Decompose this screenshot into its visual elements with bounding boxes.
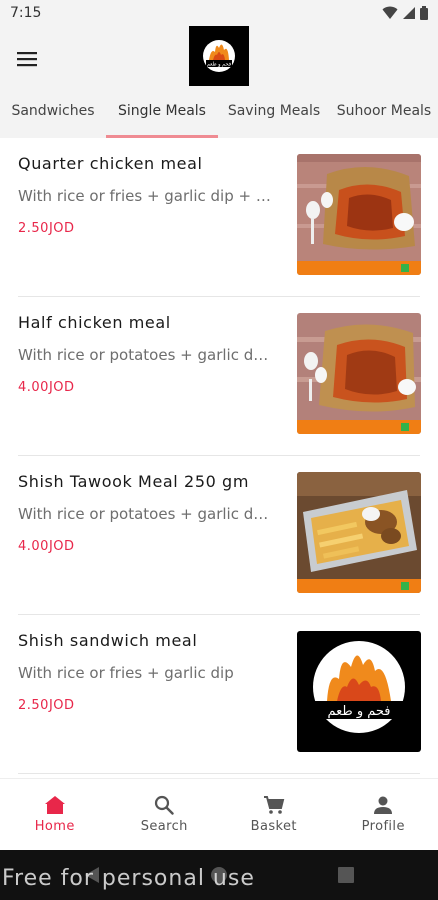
bottom-navigation: Home Search Basket Profile (0, 778, 438, 850)
nav-label: Basket (250, 819, 297, 834)
tab-single-meals[interactable]: Single Meals (106, 92, 218, 138)
status-icons (382, 6, 428, 20)
app-bar: فحم و طعم (0, 26, 438, 92)
item-name: Shish sandwich meal (18, 631, 198, 650)
item-price: 4.00JOD (18, 380, 75, 395)
tab-sandwiches[interactable]: Sandwiches (0, 92, 106, 138)
menu-button[interactable] (12, 44, 42, 74)
status-time: 7:15 (10, 5, 42, 21)
menu-item[interactable]: Half chicken meal With rice or potatoes … (0, 297, 438, 456)
item-photo: فحم و طعم (297, 631, 421, 752)
item-name: Shish Tawook Meal 250 gm (18, 472, 250, 491)
item-name: Half chicken meal (18, 313, 171, 332)
nav-profile[interactable]: Profile (329, 779, 438, 851)
battery-icon (420, 6, 428, 20)
item-price: 4.00JOD (18, 539, 75, 554)
item-photo (297, 313, 421, 434)
menu-item[interactable]: Quarter chicken meal With rice or fries … (0, 138, 438, 297)
menu-item[interactable]: Shish sandwich meal With rice or fries +… (0, 615, 438, 774)
search-icon (155, 795, 174, 815)
nav-basket[interactable]: Basket (219, 779, 329, 851)
item-description: With rice or potatoes + garlic d… (18, 505, 269, 523)
item-description: With rice or fries + garlic dip + … (18, 187, 271, 205)
hamburger-menu-icon (17, 52, 37, 67)
tab-suhoor-meals[interactable]: Suhoor Meals (330, 92, 438, 138)
nav-search[interactable]: Search (110, 779, 220, 851)
divider (18, 773, 420, 774)
nav-label: Search (140, 819, 188, 834)
item-name: Quarter chicken meal (18, 154, 203, 173)
item-price: 2.50JOD (18, 698, 75, 713)
logo-text: فحم و طعم (207, 62, 232, 68)
cart-icon (263, 796, 285, 814)
item-description: With rice or potatoes + garlic d… (18, 346, 269, 364)
recents-icon[interactable] (338, 867, 354, 883)
wifi-icon (382, 6, 398, 19)
tab-saving-meals[interactable]: Saving Meals (218, 92, 330, 138)
item-description: With rice or fries + garlic dip (18, 664, 234, 682)
menu-item-list: Quarter chicken meal With rice or fries … (0, 138, 438, 778)
item-photo (297, 154, 421, 275)
item-photo (297, 472, 421, 593)
item-price: 2.50JOD (18, 221, 75, 236)
nav-home[interactable]: Home (0, 779, 110, 851)
signal-icon (403, 7, 415, 19)
status-bar: 7:15 (0, 0, 438, 28)
home-icon (44, 796, 65, 814)
menu-item[interactable]: Shish Tawook Meal 250 gm With rice or po… (0, 456, 438, 615)
watermark-text: Free for personal use (2, 866, 255, 891)
logo-text: فحم و طعم (327, 704, 390, 719)
restaurant-logo: فحم و طعم (189, 26, 249, 86)
category-tabs: Sandwiches Single Meals Saving Meals Suh… (0, 92, 438, 138)
nav-label: Profile (361, 819, 405, 834)
person-icon (374, 796, 393, 814)
nav-label: Home (34, 819, 75, 834)
